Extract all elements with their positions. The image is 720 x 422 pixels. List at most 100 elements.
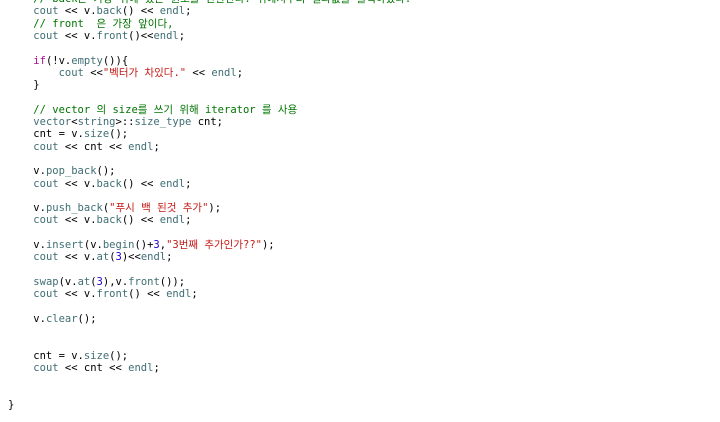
code-token: ; [166,251,173,264]
code-token: } [8,398,15,411]
code-token: ; [185,177,192,190]
code-token: ); [208,202,222,215]
code-token: cout [33,140,59,153]
code-line[interactable]: v.clear(); [8,312,97,325]
code-token: << [186,66,212,79]
code-line[interactable]: cout <<"벡터가 차있다." << endl; [8,67,243,79]
code-token: cout [33,251,59,264]
code-token: cnt; [191,116,223,128]
code-token: endl [166,288,192,301]
code-line[interactable]: } [8,399,14,411]
code-line[interactable]: cout << v.back() << endl; [8,5,191,17]
code-token: pop_back [45,165,97,178]
code-token: << v. [58,288,97,301]
code-token: (); [96,165,116,178]
code-token: v. [8,239,46,251]
code-token: endl [211,66,237,79]
code-token: front [96,29,129,42]
code-token: "3번째 추가인가??" [166,239,262,251]
code-line[interactable]: cout << v.front() << endl; [8,288,198,301]
code-token: "벡터가 차있다." [102,66,187,79]
code-line[interactable]: } [8,79,39,91]
code-token: v. [8,202,46,215]
code-token: << v. [58,177,97,190]
code-token: ()+ [134,239,154,251]
code-token: ()); [159,275,186,288]
code-token: back [96,177,122,190]
code-line[interactable]: cnt = v.size(); [8,128,128,140]
code-token: ; [191,288,198,301]
code-token: ); [261,239,275,251]
code-token: cout [33,5,59,18]
code-line[interactable]: cnt = v.size(); [8,350,128,362]
code-line[interactable]: cout << v.back() << endl; [8,178,191,190]
code-line[interactable]: cout << v.at(3)<<endl; [8,251,172,263]
code-token: () << [121,214,160,227]
code-token: endl [153,29,179,42]
code-token: // vector 의 size를 쓰기 위해 iterator 를 사용 [8,103,298,116]
code-token: ()){ [102,54,129,67]
code-token: empty [71,54,103,67]
code-token: endl [159,5,186,18]
code-token: (v. [58,275,78,288]
code-token: string [77,116,116,128]
code-token: front [96,288,129,301]
code-token: ; [185,5,192,18]
code-token: begin [102,239,135,251]
code-token: size [83,349,110,362]
code-line[interactable]: swap(v.at(3),v.front()); [8,276,185,288]
code-token: (); [109,349,129,362]
code-line[interactable]: cout << v.back() << endl; [8,214,191,226]
code-token: >:: [115,116,135,128]
code-token: ; [185,214,192,227]
code-token: at [77,275,91,288]
code-line[interactable]: v.push_back("푸시 백 된것 추가"); [8,202,221,214]
code-token: size_type [134,116,192,128]
code-token: (); [77,312,97,325]
code-token: cnt = v. [8,128,84,141]
code-token: front [128,275,160,288]
code-line[interactable]: cout << cnt << endl; [8,140,160,153]
code-editor[interactable]: // back은 가장 뒤에 있는 원소를 반환한다. 뒤에서부터 결과값을 출… [0,0,720,422]
code-token: v. [8,165,46,178]
code-line[interactable]: v.insert(v.begin()+3,"3번째 추가인가??"); [8,239,275,251]
code-token: () << [128,288,167,301]
code-token: back [96,214,122,227]
code-line[interactable]: cout << v.front()<<endl; [8,30,185,42]
code-token: cout [33,362,59,374]
code-token: cout [33,29,59,42]
code-token: cnt = v. [8,349,84,362]
code-token: << [83,66,103,79]
code-line[interactable]: v.pop_back(); [8,165,115,177]
code-token: )<< [121,251,141,264]
code-line[interactable]: vector<string>::size_type cnt; [8,116,223,128]
code-token: ; [153,140,160,153]
code-token: endl [140,251,167,264]
code-line[interactable]: // front 은 가장 앞이다, [8,18,173,30]
code-token: cout [33,288,59,301]
code-token: endl [128,362,154,374]
code-token: << v. [58,214,97,227]
code-line[interactable]: if(!v.empty()){ [8,55,128,67]
code-line[interactable]: cout << cnt << endl; [8,362,159,374]
code-token: "푸시 백 된것 추가" [109,202,209,215]
code-token: << v. [58,5,97,18]
code-token: (); [109,128,129,141]
code-line[interactable]: // vector 의 size를 쓰기 위해 iterator 를 사용 [8,104,297,116]
code-token: ()<< [128,29,154,42]
code-token: back [96,5,122,18]
code-token: << cnt << [58,362,129,374]
code-token: (v. [83,239,103,251]
